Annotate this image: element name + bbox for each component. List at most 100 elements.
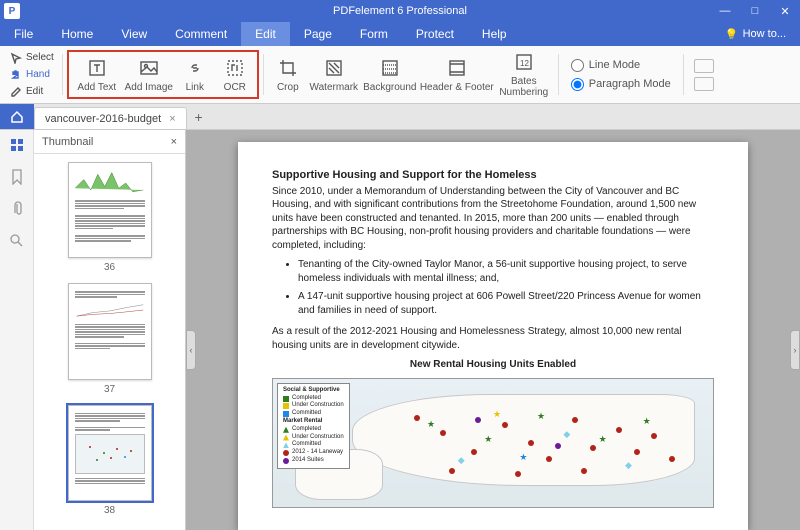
legend-group1: Social & Supportive	[283, 387, 344, 395]
link-icon	[184, 57, 206, 79]
legend-item: 2012 - 14 Laneway	[292, 449, 343, 457]
thumbnail-close-icon[interactable]: ×	[171, 136, 177, 148]
crop-button[interactable]: Crop	[268, 50, 308, 99]
maximize-button[interactable]: □	[740, 0, 770, 22]
menu-help[interactable]: Help	[468, 22, 521, 46]
ocr-icon	[224, 57, 246, 79]
select-tool[interactable]: Select	[10, 50, 54, 65]
ocr-button[interactable]: OCR	[215, 52, 255, 97]
page-content: Supportive Housing and Support for the H…	[238, 142, 748, 530]
edit-mode-group: Line Mode Paragraph Mode	[563, 50, 679, 99]
add-image-label: Add Image	[125, 82, 173, 93]
legend-item: Committed	[292, 410, 321, 418]
preset-1[interactable]	[694, 59, 714, 73]
line-mode-radio[interactable]: Line Mode	[571, 59, 671, 72]
menu-comment[interactable]: Comment	[161, 22, 241, 46]
thumbnail-panel: Thumbnail × 36 37	[34, 130, 186, 530]
menu-form[interactable]: Form	[346, 22, 402, 46]
document-viewer[interactable]: ‹ › Supportive Housing and Support for t…	[186, 130, 800, 530]
bookmark-tool-icon[interactable]	[8, 168, 26, 186]
doc-bullets: Tenanting of the City-owned Taylor Manor…	[272, 258, 714, 317]
thumb-number: 36	[104, 262, 115, 273]
background-label: Background	[363, 82, 416, 93]
document-tab[interactable]: vancouver-2016-budget ×	[34, 107, 187, 129]
bates-label: Bates Numbering	[499, 76, 548, 98]
crop-label: Crop	[277, 82, 299, 93]
hand-tool[interactable]: Hand	[10, 67, 54, 82]
tab-close-icon[interactable]: ×	[169, 113, 175, 125]
layout-presets	[688, 50, 720, 99]
header-footer-button[interactable]: Header & Footer	[420, 50, 494, 99]
menubar: File Home View Comment Edit Page Form Pr…	[0, 22, 800, 46]
howto-link[interactable]: 💡 How to...	[725, 22, 800, 46]
legend-item: 2014 Suites	[292, 457, 324, 465]
menu-view[interactable]: View	[107, 22, 161, 46]
map-legend: Social & Supportive Completed Under Cons…	[277, 383, 350, 469]
headerfooter-icon	[446, 57, 468, 79]
select-icon	[10, 52, 22, 64]
app-title: PDFelement 6 Professional	[333, 5, 467, 17]
app-logo: P	[4, 3, 20, 19]
legend-item: Completed	[292, 426, 321, 434]
add-text-button[interactable]: Add Text	[71, 52, 123, 97]
line-mode-label: Line Mode	[589, 59, 640, 71]
edit-icon	[10, 86, 22, 98]
menu-home[interactable]: Home	[47, 22, 107, 46]
page-thumbnail-selected[interactable]	[68, 405, 152, 501]
background-icon	[379, 57, 401, 79]
link-label: Link	[186, 82, 204, 93]
page-thumbnail[interactable]	[68, 283, 152, 379]
crop-icon	[277, 57, 299, 79]
prev-page-handle[interactable]: ‹	[186, 330, 196, 370]
text-icon	[86, 57, 108, 79]
thumbnail-list[interactable]: 36 37 38	[34, 154, 185, 530]
map-figure: Social & Supportive Completed Under Cons…	[272, 378, 714, 508]
menu-protect[interactable]: Protect	[402, 22, 468, 46]
close-button[interactable]: ✕	[770, 0, 800, 22]
select-label: Select	[26, 52, 54, 63]
legend-item: Committed	[292, 441, 321, 449]
workspace: Thumbnail × 36 37	[0, 130, 800, 530]
thumb-number: 37	[104, 384, 115, 395]
add-image-button[interactable]: Add Image	[123, 52, 175, 97]
header-footer-label: Header & Footer	[420, 82, 494, 93]
page-thumbnail[interactable]	[68, 162, 152, 258]
link-button[interactable]: Link	[175, 52, 215, 97]
new-tab-button[interactable]: +	[187, 104, 211, 129]
next-page-handle[interactable]: ›	[790, 330, 800, 370]
doc-para1: Since 2010, under a Memorandum of Unders…	[272, 185, 714, 253]
watermark-button[interactable]: Watermark	[308, 50, 360, 99]
quick-tools: Select Hand Edit	[6, 50, 58, 99]
thumbnail-header: Thumbnail ×	[34, 130, 185, 154]
bates-button[interactable]: 12 Bates Numbering	[494, 50, 554, 99]
thumbnail-tool-icon[interactable]	[8, 136, 26, 154]
attachment-tool-icon[interactable]	[8, 200, 26, 218]
doc-heading: Supportive Housing and Support for the H…	[272, 168, 714, 183]
menu-file[interactable]: File	[0, 22, 47, 46]
search-tool-icon[interactable]	[8, 232, 26, 250]
ocr-label: OCR	[224, 82, 246, 93]
menu-edit[interactable]: Edit	[241, 22, 290, 46]
edit-label: Edit	[26, 86, 43, 97]
image-icon	[138, 57, 160, 79]
hand-icon	[10, 69, 22, 81]
howto-label: How to...	[743, 28, 786, 40]
add-text-label: Add Text	[77, 82, 116, 93]
menu-page[interactable]: Page	[290, 22, 346, 46]
side-toolbar	[0, 130, 34, 530]
background-button[interactable]: Background	[360, 50, 420, 99]
watermark-icon	[323, 57, 345, 79]
home-tab[interactable]	[0, 104, 34, 129]
watermark-label: Watermark	[310, 82, 359, 93]
legend-item: Completed	[292, 395, 321, 403]
edit-tool[interactable]: Edit	[10, 84, 54, 99]
paragraph-mode-label: Paragraph Mode	[589, 78, 671, 90]
list-item: A 147-unit supportive housing project at…	[298, 290, 714, 317]
lightbulb-icon: 💡	[725, 28, 739, 41]
titlebar: P PDFelement 6 Professional — □ ✕	[0, 0, 800, 22]
paragraph-mode-radio[interactable]: Paragraph Mode	[571, 78, 671, 91]
preset-2[interactable]	[694, 77, 714, 91]
tab-label: vancouver-2016-budget	[45, 113, 161, 125]
window-controls: — □ ✕	[710, 0, 800, 22]
minimize-button[interactable]: —	[710, 0, 740, 22]
